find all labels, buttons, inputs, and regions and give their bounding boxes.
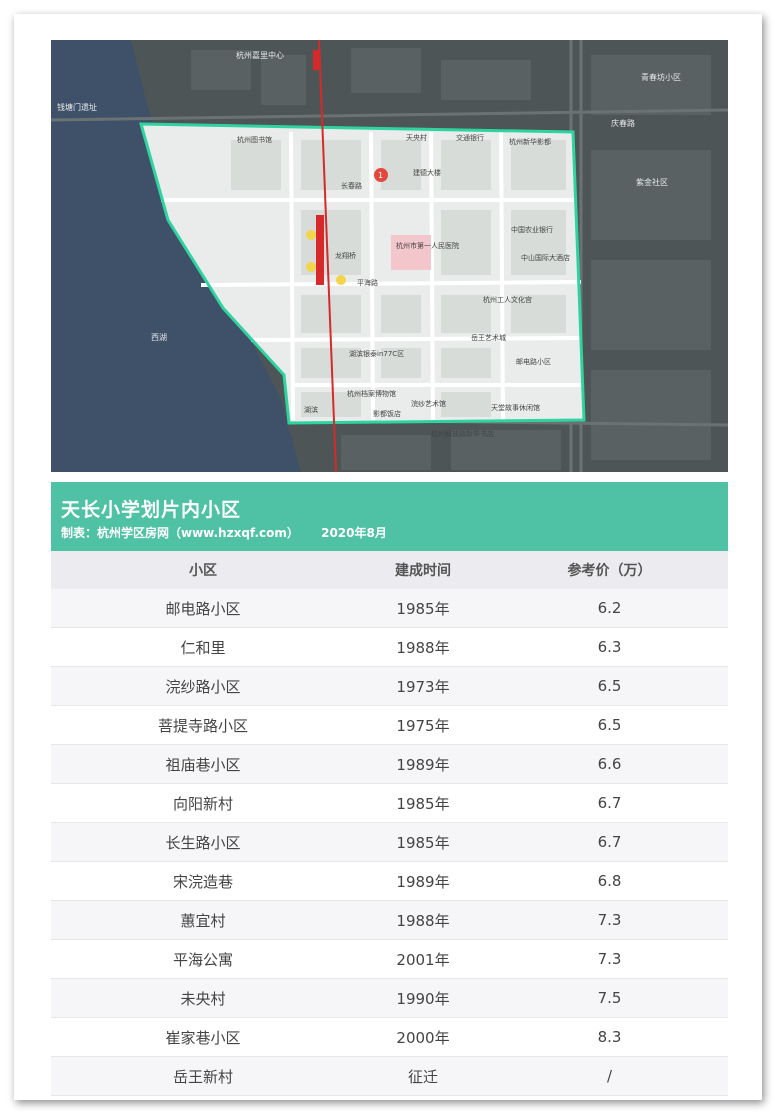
- cell-price: 8.3: [491, 1017, 728, 1057]
- cell-price: 6.5: [491, 666, 728, 706]
- cell-year: 1985年: [355, 589, 491, 628]
- table-row: 崔家巷小区 2000年 8.3: [51, 1017, 728, 1057]
- cell-community: 岳王新村: [51, 1056, 355, 1096]
- cell-price: 7.3: [491, 900, 728, 940]
- cell-year: 1989年: [355, 861, 491, 901]
- label-inner-6: 杭州解放路新华书店: [431, 429, 494, 438]
- cell-community: 祖庙巷小区: [51, 744, 355, 784]
- label-inner-5: 湖滨银泰in77C区: [349, 349, 404, 358]
- cell-community: 仁和里: [51, 627, 355, 667]
- cell-price: 6.2: [491, 589, 728, 628]
- cell-price: 6.6: [491, 744, 728, 784]
- cell-price: 6.8: [491, 861, 728, 901]
- label-inner-16: 中山国际大酒店: [521, 253, 570, 262]
- label-road-2: 湖滨: [304, 405, 318, 414]
- table-row: 蕙宜村 1988年 7.3: [51, 900, 728, 940]
- cell-year: 2000年: [355, 1017, 491, 1057]
- label-inner-11: 岳王艺术城: [471, 333, 506, 342]
- cell-community: 崔家巷小区: [51, 1017, 355, 1057]
- cell-community: 蕙宜村: [51, 900, 355, 940]
- table-row: 邮电路小区 1985年 6.2: [51, 589, 728, 628]
- cell-price: 7.5: [491, 978, 728, 1018]
- label-inner-15: 长春路: [341, 181, 362, 190]
- table-row: 宋浣造巷 1989年 6.8: [51, 861, 728, 901]
- table-row: 向阳新村 1985年 6.7: [51, 783, 728, 823]
- label-inner-13: 建德大楼: [413, 168, 441, 177]
- cell-year: 1985年: [355, 822, 491, 862]
- label-inner-7: 邮电路小区: [516, 357, 551, 366]
- table-row: 浣纱路小区 1973年 6.5: [51, 666, 728, 706]
- column-header-price: 参考价（万）: [491, 551, 728, 589]
- cell-community: 未央村: [51, 978, 355, 1018]
- label-inner-17: 杭州档案博物馆: [347, 389, 396, 398]
- cell-price: 6.3: [491, 627, 728, 667]
- cell-year: 1975年: [355, 705, 491, 745]
- cell-year: 1990年: [355, 978, 491, 1018]
- cell-year: 1973年: [355, 666, 491, 706]
- label-inner-12: 杭州图书馆: [237, 135, 272, 144]
- cell-price: /: [491, 1056, 728, 1096]
- cell-price: 7.3: [491, 939, 728, 979]
- table-row: 未央村 1990年 7.5: [51, 978, 728, 1018]
- cell-community: 浣纱路小区: [51, 666, 355, 706]
- label-inner-1: 天央村: [406, 133, 427, 142]
- table-row: 岳王新村 征迁 /: [51, 1056, 728, 1096]
- cell-community: 长生路小区: [51, 822, 355, 862]
- column-header-community: 小区: [51, 551, 355, 589]
- label-inner-14: 交通银行: [456, 133, 484, 142]
- cell-price: 6.7: [491, 822, 728, 862]
- location-pin-number: 1: [378, 171, 383, 180]
- metro-exit-icon: [306, 262, 316, 272]
- cell-community: 平海公寓: [51, 939, 355, 979]
- label-inner-9: 浣纱艺术馆: [411, 399, 446, 408]
- page-title: 天长小学划片内小区: [61, 499, 242, 521]
- cell-year: 1985年: [355, 783, 491, 823]
- table-header-row: 小区 建成时间 参考价（万）: [51, 551, 728, 589]
- label-road-3: 庆春路: [611, 118, 635, 128]
- table-row: 仁和里 1988年 6.3: [51, 627, 728, 667]
- cell-year: 1988年: [355, 900, 491, 940]
- label-right-mid: 紫金社区: [636, 177, 668, 187]
- table-row: 菩提寺路小区 1975年 6.5: [51, 705, 728, 745]
- label-top-center: 杭州嘉里中心: [236, 50, 284, 60]
- school-district-map[interactable]: 1 杭州嘉里中心 钱塘门遗址 青春坊小区 紫金社区 庆春路 西湖 龙翔桥 平海路…: [51, 40, 728, 472]
- title-banner: 天长小学划片内小区 制表：杭州学区房网（www.hzxqf.com） 2020年…: [51, 482, 728, 551]
- label-inner-4: 中国农业银行: [511, 225, 553, 234]
- metro-station-top: [313, 50, 319, 70]
- label-right-top: 青春坊小区: [641, 72, 681, 82]
- metro-exit-icon: [306, 230, 316, 240]
- table-row: 平海公寓 2001年 7.3: [51, 939, 728, 979]
- map-canvas: 1 杭州嘉里中心 钱塘门遗址 青春坊小区 紫金社区 庆春路 西湖 龙翔桥 平海路…: [51, 40, 728, 472]
- metro-exit-icon: [336, 275, 346, 285]
- metro-station-bar: [316, 215, 324, 285]
- label-inner-18: 影都饭店: [373, 409, 401, 418]
- cell-price: 6.5: [491, 705, 728, 745]
- cell-year: 征迁: [355, 1056, 491, 1096]
- date-text: 2020年8月: [321, 526, 387, 540]
- table-row: 祖庙巷小区 1989年 6.6: [51, 744, 728, 784]
- cell-year: 2001年: [355, 939, 491, 979]
- subtitle: 制表：杭州学区房网（www.hzxqf.com） 2020年8月: [61, 524, 405, 541]
- community-table: 小区 建成时间 参考价（万） 邮电路小区 1985年 6.2 仁和里 1988年 6.3…: [51, 551, 728, 1096]
- maker-text: 制表：杭州学区房网（www.hzxqf.com）: [61, 526, 299, 540]
- table-row: 长生路小区 1985年 6.7: [51, 822, 728, 862]
- column-header-year: 建成时间: [355, 551, 491, 589]
- cell-community: 菩提寺路小区: [51, 705, 355, 745]
- cell-community: 邮电路小区: [51, 589, 355, 628]
- cell-price: 6.7: [491, 783, 728, 823]
- cell-community: 宋浣造巷: [51, 861, 355, 901]
- label-left-top: 钱塘门遗址: [57, 102, 97, 112]
- label-inner-3: 杭州市第一人民医院: [396, 241, 459, 250]
- cell-community: 向阳新村: [51, 783, 355, 823]
- cell-year: 1989年: [355, 744, 491, 784]
- label-inner-2: 杭州新华影都: [509, 137, 551, 146]
- label-inner-10: 杭州工人文化宫: [483, 295, 532, 304]
- hospital-block: [391, 235, 431, 270]
- label-station: 龙翔桥: [335, 251, 356, 260]
- label-road-1: 平海路: [357, 278, 378, 287]
- cell-year: 1988年: [355, 627, 491, 667]
- label-road-4: 西湖: [151, 333, 167, 342]
- label-inner-8: 天堂故事休闲馆: [491, 403, 540, 412]
